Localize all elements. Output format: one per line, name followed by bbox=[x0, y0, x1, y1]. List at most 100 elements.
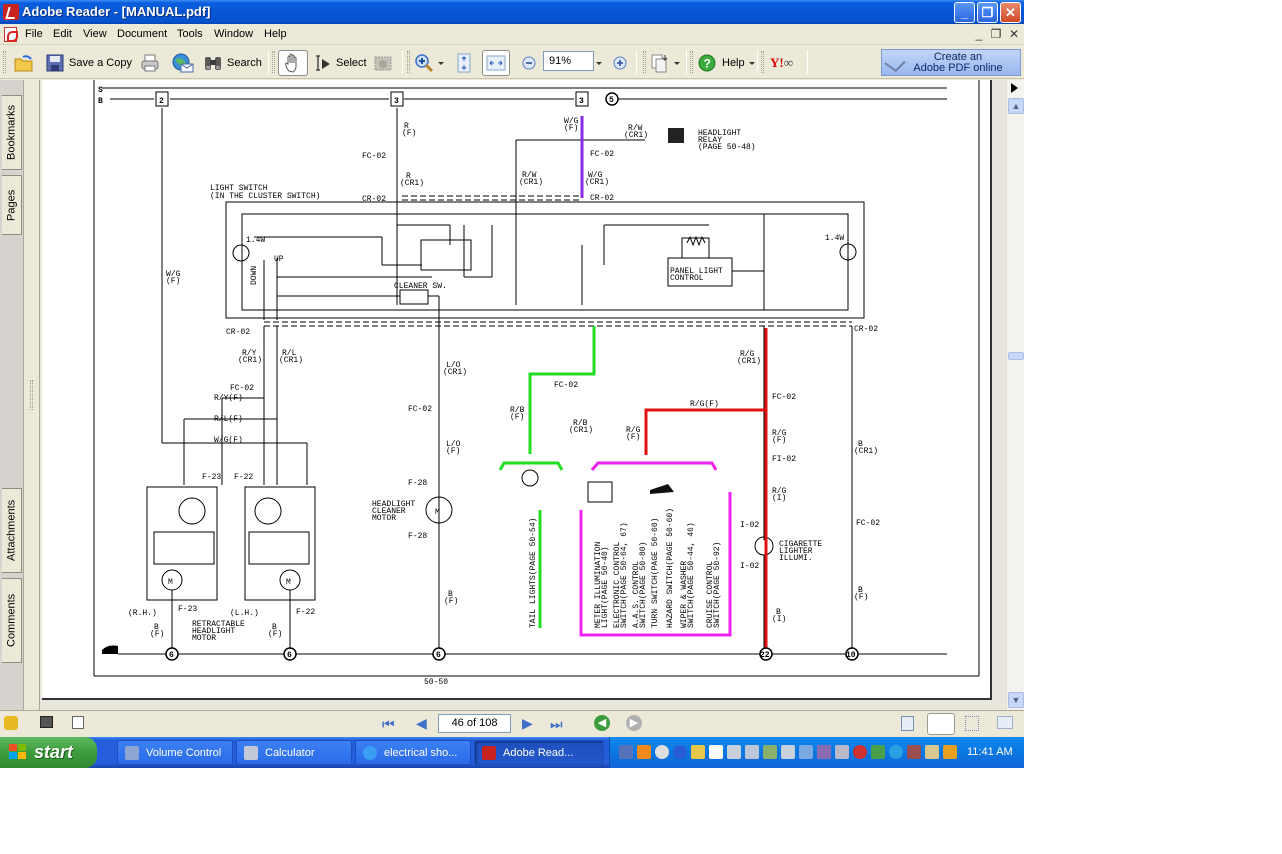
task-volume-control[interactable]: Volume Control bbox=[117, 740, 233, 765]
wire-b-cr1-2: (CR1) bbox=[854, 447, 878, 456]
task-calculator[interactable]: Calculator bbox=[236, 740, 352, 765]
menu-bar: File Edit View Document Tools Window Hel… bbox=[0, 24, 1024, 45]
previous-view-button[interactable]: ◀ bbox=[594, 715, 610, 731]
task-adobe-reader[interactable]: Adobe Read... bbox=[474, 740, 604, 765]
page-number-input[interactable]: 46 of 108 bbox=[438, 714, 511, 733]
conn-cr02-a: CR-02 bbox=[362, 195, 386, 204]
chevron-down-icon[interactable] bbox=[438, 61, 444, 65]
restore-button[interactable]: ❐ bbox=[977, 2, 998, 23]
close-button[interactable]: ✕ bbox=[1000, 2, 1021, 23]
tray-satellite-icon[interactable] bbox=[799, 745, 813, 759]
menu-document[interactable]: Document bbox=[117, 28, 167, 40]
toolbar-grip[interactable] bbox=[761, 51, 764, 73]
continuous-facing-button[interactable] bbox=[965, 716, 979, 731]
tray-monitor-icon[interactable] bbox=[871, 745, 885, 759]
continuous-mode-button[interactable] bbox=[927, 713, 955, 735]
doc-restore-button[interactable]: ❐ bbox=[988, 27, 1004, 41]
yahoo-search-button[interactable]: Y!∞ bbox=[770, 51, 793, 75]
tray-pen-icon[interactable] bbox=[835, 745, 849, 759]
tray-usb-icon[interactable] bbox=[925, 745, 939, 759]
page-layout-icon[interactable] bbox=[72, 716, 84, 729]
print-button[interactable] bbox=[140, 51, 160, 75]
security-lock-icon[interactable] bbox=[4, 716, 18, 730]
panel-splitter[interactable] bbox=[24, 80, 40, 710]
tray-device-icon[interactable] bbox=[727, 745, 741, 759]
task-internet-explorer[interactable]: electrical sho... bbox=[355, 740, 471, 765]
zoom-in-tool-button[interactable] bbox=[414, 51, 444, 75]
fit-width-button[interactable] bbox=[482, 50, 510, 76]
splitter-grip[interactable] bbox=[30, 380, 33, 410]
toolbar-grip[interactable] bbox=[407, 51, 410, 73]
help-button[interactable]: ? Help bbox=[698, 51, 755, 75]
expand-panel-arrow-icon[interactable] bbox=[1011, 83, 1018, 93]
tray-display-icon[interactable] bbox=[691, 745, 705, 759]
tray-app-icon[interactable] bbox=[637, 745, 651, 759]
snapshot-tool-button[interactable] bbox=[373, 51, 393, 75]
scroll-up-button[interactable]: ▲ bbox=[1008, 98, 1024, 114]
tray-blocked-icon[interactable] bbox=[907, 745, 921, 759]
tray-quicktime-icon[interactable] bbox=[889, 745, 903, 759]
tray-flame-icon[interactable] bbox=[853, 745, 867, 759]
facing-mode-button[interactable] bbox=[997, 716, 1013, 729]
tray-device-icon-2[interactable] bbox=[781, 745, 795, 759]
next-page-button[interactable]: ▶ bbox=[522, 715, 533, 732]
doc-close-button[interactable]: ✕ bbox=[1006, 27, 1022, 41]
single-page-view-icon[interactable] bbox=[40, 716, 53, 728]
toolbar-grip[interactable] bbox=[643, 51, 646, 73]
menu-help[interactable]: Help bbox=[264, 28, 287, 40]
start-button[interactable]: start bbox=[0, 737, 97, 768]
fit-height-button[interactable] bbox=[454, 51, 474, 75]
scroll-down-button[interactable]: ▼ bbox=[1008, 692, 1024, 708]
tab-attachments[interactable]: Attachments bbox=[2, 488, 22, 573]
email-button[interactable] bbox=[172, 51, 194, 75]
tray-update-icon[interactable] bbox=[745, 745, 759, 759]
vertical-scrollbar[interactable]: ▲ ▼ bbox=[1006, 80, 1024, 710]
search-button[interactable]: Search bbox=[203, 51, 262, 75]
minimize-button[interactable]: _ bbox=[954, 2, 975, 23]
next-view-button[interactable]: ▶ bbox=[626, 715, 642, 731]
hand-tool-button[interactable] bbox=[278, 50, 308, 76]
previous-page-button[interactable]: ◀ bbox=[416, 715, 427, 732]
toolbar-grip[interactable] bbox=[690, 51, 693, 73]
menu-window[interactable]: Window bbox=[214, 28, 253, 40]
zoom-level-input[interactable]: 91% bbox=[543, 51, 594, 71]
tab-bookmarks[interactable]: Bookmarks bbox=[2, 95, 22, 170]
pdf-document-icon[interactable] bbox=[4, 27, 18, 42]
open-button[interactable] bbox=[13, 51, 33, 75]
network-icon[interactable] bbox=[619, 745, 633, 759]
document-view[interactable]: S B 2 3 3 5 LIGHT SWITCH (IN THE CLUSTER… bbox=[40, 80, 1006, 710]
last-page-button[interactable]: ⏭ bbox=[550, 716, 563, 733]
zoom-out-button[interactable] bbox=[521, 51, 541, 75]
select-tool-button[interactable]: Select bbox=[312, 51, 367, 75]
messenger-icon[interactable] bbox=[655, 745, 669, 759]
sync-icon[interactable] bbox=[673, 745, 687, 759]
wire-rg-f-left-2: (F) bbox=[626, 433, 640, 442]
menu-edit[interactable]: Edit bbox=[53, 28, 72, 40]
wire-b-f-mid-2: (F) bbox=[444, 597, 458, 606]
tray-network-error-icon[interactable] bbox=[763, 745, 777, 759]
toolbar-grip[interactable] bbox=[3, 51, 6, 73]
tray-window-icon[interactable] bbox=[709, 745, 723, 759]
save-copy-button[interactable]: Save a Copy bbox=[45, 51, 132, 75]
taskbar-clock[interactable]: 11:41 AM bbox=[967, 746, 1013, 758]
chevron-down-icon bbox=[674, 61, 680, 65]
wire-ry-f: R/Y(F) bbox=[214, 394, 243, 403]
down-label: DOWN bbox=[250, 266, 259, 285]
menu-view[interactable]: View bbox=[83, 28, 107, 40]
menu-file[interactable]: File bbox=[25, 28, 43, 40]
single-page-mode-button[interactable] bbox=[901, 716, 914, 731]
tray-alert-icon[interactable] bbox=[943, 745, 957, 759]
task-label: Calculator bbox=[265, 747, 315, 759]
tab-pages[interactable]: Pages bbox=[2, 175, 22, 235]
toolbar-grip[interactable] bbox=[272, 51, 275, 73]
scroll-thumb[interactable] bbox=[1008, 352, 1024, 360]
tray-audio-icon[interactable] bbox=[817, 745, 831, 759]
doc-minimize-button[interactable]: _ bbox=[971, 27, 987, 41]
create-adobe-pdf-online-button[interactable]: Create an Adobe PDF online bbox=[881, 49, 1021, 76]
first-page-button[interactable]: ⏮ bbox=[382, 716, 395, 733]
zoom-in-button[interactable] bbox=[612, 51, 632, 75]
zoom-dropdown-button[interactable] bbox=[596, 51, 602, 75]
menu-tools[interactable]: Tools bbox=[177, 28, 203, 40]
page-rotate-button[interactable] bbox=[650, 51, 680, 75]
tab-comments[interactable]: Comments bbox=[2, 578, 22, 663]
